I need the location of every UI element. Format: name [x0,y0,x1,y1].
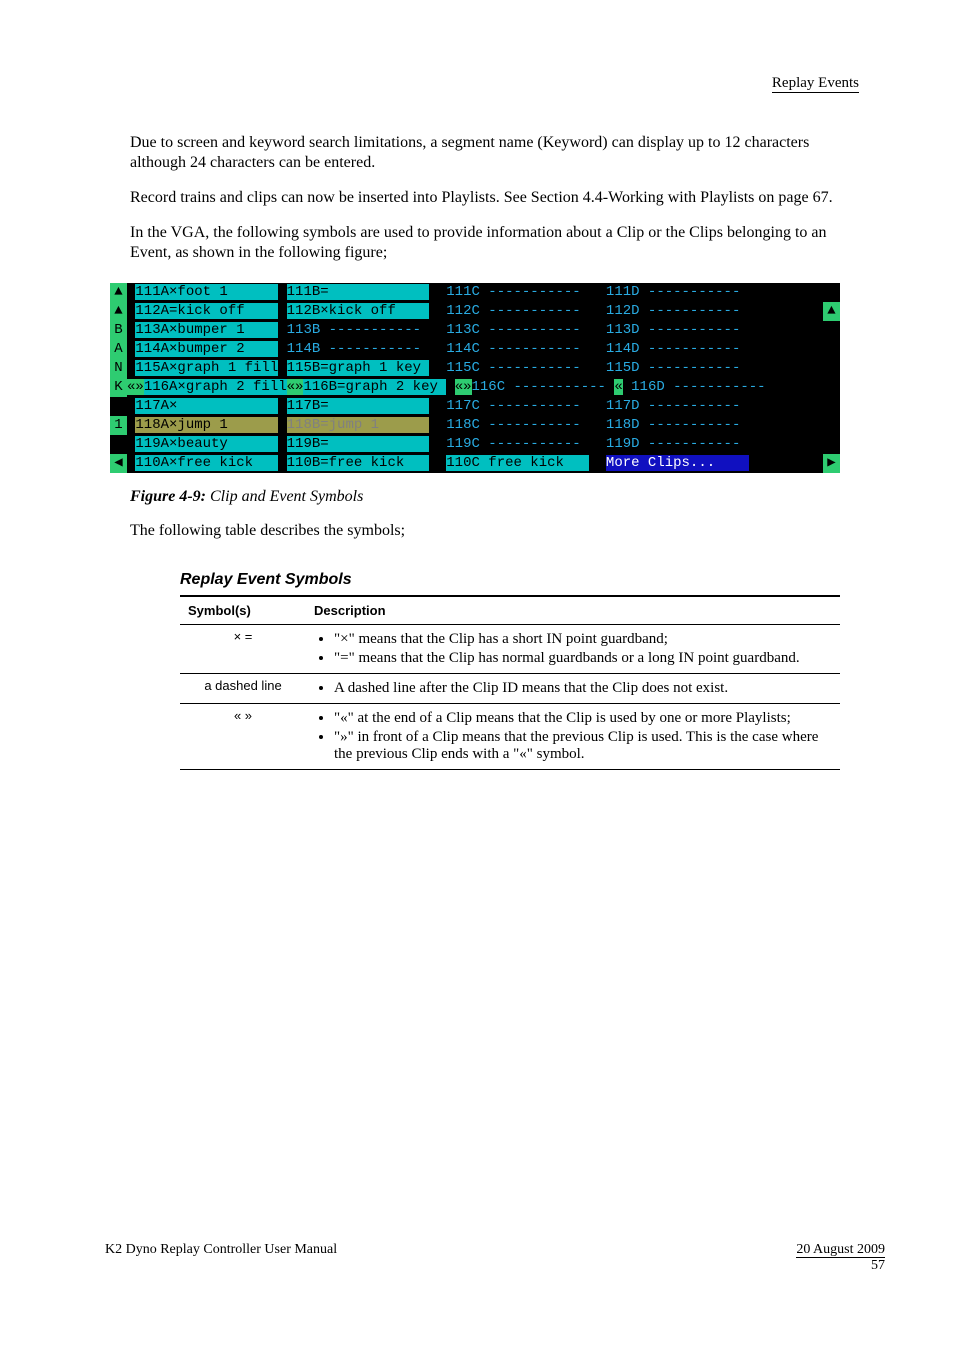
paragraph-2: Record trains and clips can now be inser… [130,188,859,208]
paragraph-4: The following table describes the symbol… [130,521,859,541]
footer: K2 Dyno Replay Controller User Manual 20… [105,1242,885,1274]
symbols-table: Symbol(s) Description × ="×" means that … [180,595,840,770]
footer-date: 20 August 2009 [796,1242,885,1258]
footer-page: 57 [871,1258,885,1273]
table-title: Replay Event Symbols [180,571,859,589]
header-right: Replay Events [772,75,859,93]
clip-terminal: ▲ 111A×foot 1 111B= 111C ----------- 111… [110,283,840,473]
col-symbol: Symbol(s) [180,596,306,625]
paragraph-3: In the VGA, the following symbols are us… [130,223,859,263]
footer-left: K2 Dyno Replay Controller User Manual [105,1242,337,1274]
col-description: Description [306,596,840,625]
paragraph-1: Due to screen and keyword search limitat… [130,133,859,173]
figure-caption: Figure 4-9: Clip and Event Symbols [130,488,859,506]
